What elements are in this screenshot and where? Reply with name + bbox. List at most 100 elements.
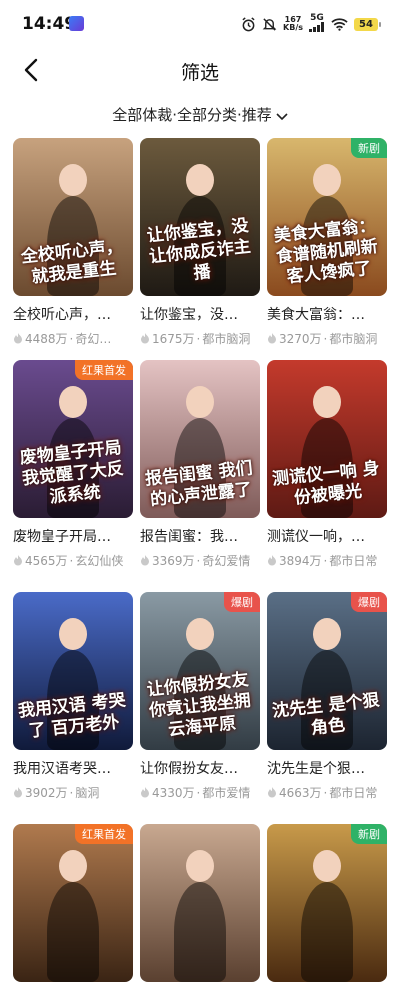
drama-poster[interactable]: 美食大富翁：食谱随机刷新 客人馋疯了 新剧	[267, 138, 387, 296]
drama-poster[interactable]: 沈先生 是个狠角色 爆剧	[267, 592, 387, 750]
app-notification-icon	[69, 16, 84, 31]
poster-artwork	[140, 824, 260, 982]
filter-dropdown[interactable]: 全部体裁·全部分类·推荐	[0, 104, 400, 125]
drama-poster[interactable]: 测谎仪一响 身份被曝光	[267, 360, 387, 518]
genre-label: 都市脑洞	[202, 332, 251, 346]
fire-icon	[141, 555, 149, 566]
fire-icon	[141, 787, 149, 798]
meta-separator: ·	[69, 331, 74, 346]
view-count: 3270万	[279, 332, 322, 346]
drama-poster[interactable]: 新剧	[267, 824, 387, 982]
drama-title[interactable]: 我用汉语考哭…	[13, 758, 133, 778]
meta-separator: ·	[69, 553, 74, 568]
poster-badge: 红果首发	[75, 360, 133, 380]
drama-meta: 4330万 · 都市爱情	[140, 784, 260, 801]
view-count: 4663万	[279, 786, 322, 800]
drama-poster[interactable]: 废物皇子开局 我觉醒了大反派系统 红果首发	[13, 360, 133, 518]
drama-title[interactable]: 美食大富翁：…	[267, 304, 387, 324]
drama-title[interactable]: 测谎仪一响，…	[267, 526, 387, 546]
drama-card[interactable]: 报告闺蜜 我们的心声泄露了报告闺蜜：我… 3369万 · 奇幻爱情	[140, 360, 260, 569]
drama-card[interactable]: 美食大富翁：食谱随机刷新 客人馋疯了 新剧美食大富翁：… 3270万 · 都市脑洞	[267, 138, 387, 347]
drama-title[interactable]: 让你假扮女友…	[140, 758, 260, 778]
drama-poster[interactable]: 全校听心声，就我是重生	[13, 138, 133, 296]
drama-title[interactable]: 让你鉴宝，没…	[140, 304, 260, 324]
meta-separator: ·	[323, 553, 328, 568]
drama-poster[interactable]	[140, 824, 260, 982]
view-count: 4488万	[25, 332, 68, 346]
genre-label: 都市爱情	[202, 786, 251, 800]
drama-card[interactable]: 测谎仪一响 身份被曝光测谎仪一响，… 3894万 · 都市日常	[267, 360, 387, 569]
poster-caption: 让你鉴宝，没让你成反诈主播	[145, 215, 252, 284]
drama-poster[interactable]: 让你鉴宝，没让你成反诈主播	[140, 138, 260, 296]
view-count: 3369万	[152, 554, 195, 568]
wifi-icon	[331, 18, 348, 31]
genre-label: 脑洞	[75, 786, 100, 800]
alarm-icon	[242, 16, 255, 31]
drama-card[interactable]: 让你鉴宝，没让你成反诈主播让你鉴宝，没… 1675万 · 都市脑洞	[140, 138, 260, 347]
drama-poster[interactable]: 红果首发	[13, 824, 133, 982]
drama-title[interactable]: 废物皇子开局…	[13, 526, 133, 546]
meta-separator: ·	[323, 331, 328, 346]
status-icons: 167 KB/s 5G 54	[241, 14, 381, 34]
drama-meta: 3894万 · 都市日常	[267, 552, 387, 569]
drama-title[interactable]: 沈先生是个狠…	[267, 758, 387, 778]
poster-badge: 爆剧	[224, 592, 260, 612]
drama-card[interactable]: 我用汉语 考哭了 百万老外我用汉语考哭… 3902万 · 脑洞	[13, 592, 133, 801]
drama-meta: 3902万 · 脑洞	[13, 784, 133, 801]
drama-poster[interactable]: 报告闺蜜 我们的心声泄露了	[140, 360, 260, 518]
drama-title[interactable]: 全校听心声，…	[13, 304, 133, 324]
drama-card[interactable]: 让你假扮女友 你竟让我坐拥云海平原 爆剧让你假扮女友… 4330万 · 都市爱情	[140, 592, 260, 801]
network-speed: 167 KB/s	[283, 15, 303, 32]
drama-meta: 4565万 · 玄幻仙侠	[13, 552, 133, 569]
drama-meta: 1675万 · 都市脑洞	[140, 330, 260, 347]
drama-meta: 4663万 · 都市日常	[267, 784, 387, 801]
drama-poster[interactable]: 我用汉语 考哭了 百万老外	[13, 592, 133, 750]
genre-label: 玄幻仙侠	[75, 554, 124, 568]
poster-artwork	[13, 824, 133, 982]
fire-icon	[14, 787, 22, 798]
status-time: 14:49	[22, 14, 77, 34]
poster-artwork	[267, 824, 387, 982]
page-title: 筛选	[180, 62, 219, 84]
drama-card[interactable]: 废物皇子开局 我觉醒了大反派系统 红果首发废物皇子开局… 4565万 · 玄幻仙侠	[13, 360, 133, 569]
genre-label: 都市脑洞	[329, 332, 378, 346]
view-count: 4330万	[152, 786, 195, 800]
drama-card[interactable]	[140, 824, 260, 982]
poster-badge: 红果首发	[75, 824, 133, 844]
chevron-down-icon	[276, 107, 288, 125]
drama-card[interactable]: 沈先生 是个狠角色 爆剧沈先生是个狠… 4663万 · 都市日常	[267, 592, 387, 801]
drama-meta: 4488万 · 奇幻…	[13, 330, 133, 347]
view-count: 4565万	[25, 554, 68, 568]
fire-icon	[268, 333, 276, 344]
drama-card[interactable]: 新剧	[267, 824, 387, 982]
drama-card[interactable]: 红果首发	[13, 824, 133, 982]
meta-separator: ·	[323, 785, 328, 800]
fire-icon	[268, 787, 276, 798]
meta-separator: ·	[69, 785, 74, 800]
drama-meta: 3369万 · 奇幻爱情	[140, 552, 260, 569]
status-bar: 14:49 167 KB/s 5G 54	[0, 0, 400, 48]
fire-icon	[141, 333, 149, 344]
mute-bell-icon	[262, 17, 277, 31]
drama-meta: 3270万 · 都市脑洞	[267, 330, 387, 347]
meta-separator: ·	[196, 331, 201, 346]
fire-icon	[268, 555, 276, 566]
view-count: 1675万	[152, 332, 195, 346]
filter-label: 全部体裁·全部分类·推荐	[112, 106, 272, 124]
meta-separator: ·	[196, 553, 201, 568]
nav-bar: 筛选	[0, 48, 400, 92]
drama-poster[interactable]: 让你假扮女友 你竟让我坐拥云海平原 爆剧	[140, 592, 260, 750]
drama-card[interactable]: 全校听心声，就我是重生全校听心声，… 4488万 · 奇幻…	[13, 138, 133, 347]
poster-caption: 让你假扮女友 你竟让我坐拥云海平原	[145, 669, 252, 741]
fire-icon	[14, 555, 22, 566]
poster-badge: 爆剧	[351, 592, 387, 612]
poster-caption: 美食大富翁：食谱随机刷新 客人馋疯了	[272, 215, 379, 288]
genre-label: 都市日常	[329, 786, 378, 800]
drama-title[interactable]: 报告闺蜜：我…	[140, 526, 260, 546]
genre-label: 奇幻爱情	[202, 554, 251, 568]
poster-badge: 新剧	[351, 138, 387, 158]
network-type: 5G	[309, 14, 325, 34]
poster-caption: 废物皇子开局 我觉醒了大反派系统	[18, 437, 125, 508]
view-count: 3902万	[25, 786, 68, 800]
genre-label: 奇幻…	[75, 332, 112, 346]
